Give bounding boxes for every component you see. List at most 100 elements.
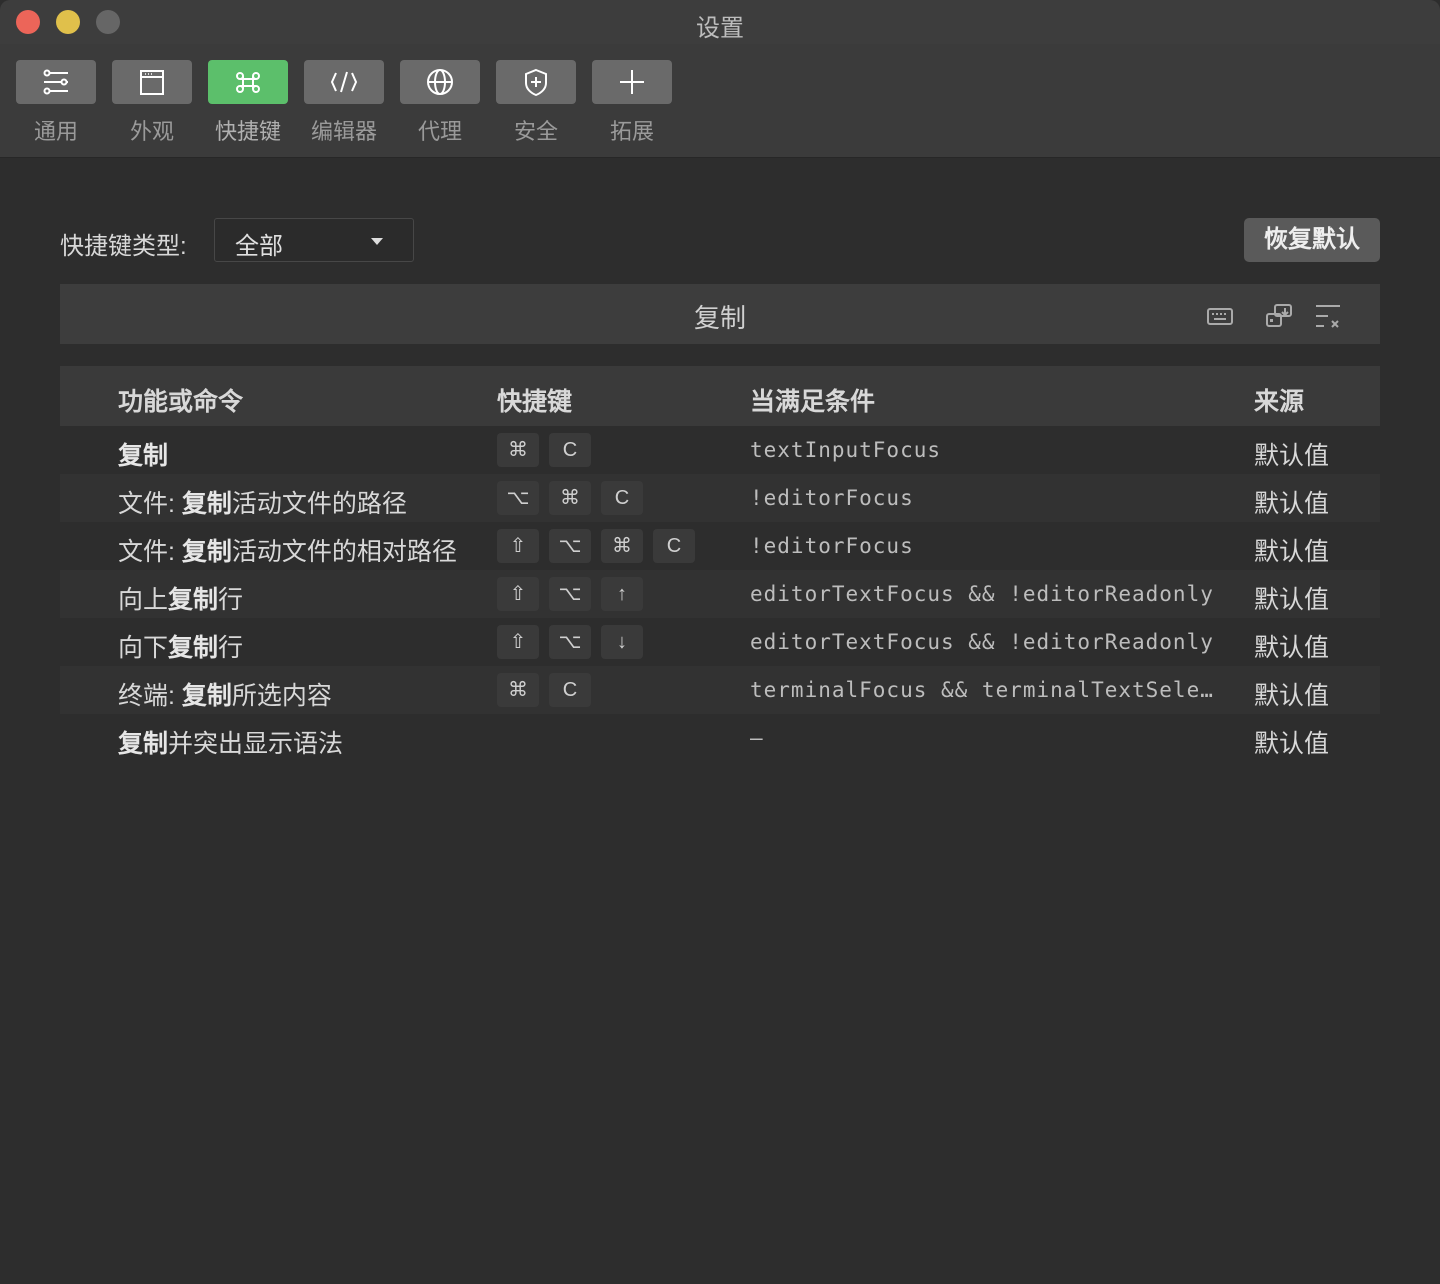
command-icon	[236, 72, 260, 93]
keyboard-icon[interactable]	[1206, 302, 1234, 330]
source: 默认值	[1254, 730, 1330, 758]
keybinding[interactable]: ⌘ C	[497, 433, 591, 467]
toolbar-tab-label: 通用	[33, 119, 78, 144]
keybinding[interactable]: ⌥ ⌘ C	[497, 481, 643, 515]
header-command[interactable]: 功能或命令	[118, 382, 243, 418]
toolbar-tab-label: 代理	[417, 119, 462, 144]
when-condition: —	[750, 726, 764, 750]
toolbar-tab-shield[interactable]: 安全	[496, 60, 576, 146]
source: 默认值	[1254, 682, 1330, 710]
settings-toolbar: 通用 外观 快捷键 编辑器 代理 安全 拓展	[0, 44, 1440, 158]
shortcut-type-value: 全部	[235, 233, 283, 260]
key-cap: ⇧	[497, 625, 539, 659]
when-condition: !editorFocus	[750, 486, 914, 510]
command-match: 复制	[181, 490, 232, 518]
source: 默认值	[1254, 586, 1330, 614]
command-name: 复制	[118, 436, 168, 472]
toolbar-tab-window[interactable]: 外观	[112, 60, 192, 146]
command-suffix: 活动文件的路径	[231, 490, 407, 518]
shortcut-type-select[interactable]: 全部	[214, 218, 414, 262]
when-condition: editorTextFocus && !editorReadonly	[750, 582, 1214, 606]
key-cap: ⌥	[497, 481, 539, 515]
table-row[interactable]: 文件: 复制活动文件的相对路径 ⇧ ⌥ ⌘ C !editorFocus 默认值	[60, 522, 1380, 570]
command-name: 向下复制行	[118, 628, 243, 664]
keybinding[interactable]: ⇧ ⌥ ↓	[497, 625, 643, 659]
key-cap: ↓	[601, 625, 643, 659]
toolbar-button[interactable]	[496, 60, 576, 104]
command-suffix: 活动文件的相对路径	[231, 538, 457, 566]
command-match: 复制	[118, 730, 169, 758]
toolbar-button[interactable]	[592, 60, 672, 104]
command-suffix: 行	[218, 634, 244, 662]
command-name: 文件: 复制活动文件的路径	[118, 484, 407, 520]
search-bar[interactable]: 复制	[60, 284, 1380, 344]
when-condition: textInputFocus	[750, 438, 942, 462]
toolbar-tab-globe[interactable]: 代理	[400, 60, 480, 146]
toolbar-button[interactable]	[400, 60, 480, 104]
command-suffix: 行	[218, 586, 244, 614]
code-icon	[330, 71, 358, 93]
window-title: 设置	[696, 15, 744, 42]
keybinding[interactable]: ⇧ ⌥ ↑	[497, 577, 643, 611]
toolbar-button[interactable]	[304, 60, 384, 104]
keybinding[interactable]: ⇧ ⌥ ⌘ C	[497, 529, 695, 563]
clear-filter-icon[interactable]	[1314, 302, 1342, 330]
toolbar-tab-label: 安全	[513, 119, 558, 144]
toolbar-tab-code[interactable]: 编辑器	[304, 60, 384, 146]
toolbar-tab-sliders[interactable]: 通用	[16, 60, 96, 146]
globe-icon	[427, 69, 453, 95]
command-match: 复制	[181, 538, 232, 566]
command-name: 终端: 复制所选内容	[118, 676, 332, 712]
when-condition: editorTextFocus && !editorReadonly	[750, 630, 1214, 654]
shield-icon	[525, 68, 547, 96]
source: 默认值	[1254, 490, 1330, 518]
key-cap: ↑	[601, 577, 643, 611]
key-cap: ⌥	[549, 625, 591, 659]
plus-icon	[620, 70, 644, 94]
title-bar: 设置	[0, 0, 1440, 44]
command-prefix: 向上	[118, 586, 169, 614]
when-condition: terminalFocus && terminalTextSele…	[750, 678, 1214, 702]
command-prefix: 终端:	[118, 682, 182, 710]
source: 默认值	[1254, 634, 1330, 662]
command-match: 复制	[168, 586, 219, 614]
table-row[interactable]: 文件: 复制活动文件的路径 ⌥ ⌘ C !editorFocus 默认值	[60, 474, 1380, 522]
key-cap: ⌘	[497, 433, 539, 467]
table-row[interactable]: 向上复制行 ⇧ ⌥ ↑ editorTextFocus && !editorRead…	[60, 570, 1380, 618]
toolbar-tab-label: 拓展	[609, 119, 654, 144]
header-when[interactable]: 当满足条件	[750, 382, 875, 418]
table-row[interactable]: 终端: 复制所选内容 ⌘ C terminalFocus && terminalT…	[60, 666, 1380, 714]
key-cap: ⌥	[549, 529, 591, 563]
key-cap: C	[601, 481, 643, 515]
caret-down-icon	[371, 238, 383, 245]
toolbar-tab-label: 外观	[129, 119, 174, 144]
table-row[interactable]: 复制并突出显示语法 — 默认值	[60, 714, 1380, 762]
key-cap: C	[549, 673, 591, 707]
keybinding[interactable]: ⌘ C	[497, 673, 591, 707]
command-match: 复制	[181, 682, 232, 710]
command-suffix: 并突出显示语法	[168, 730, 344, 758]
record-keys-icon[interactable]	[1265, 302, 1293, 330]
command-prefix: 向下	[118, 634, 169, 662]
key-cap: ⇧	[497, 577, 539, 611]
table-row[interactable]: 复制 ⌘ C textInputFocus 默认值	[60, 426, 1380, 474]
key-cap: ⌥	[549, 577, 591, 611]
key-cap: ⌘	[549, 481, 591, 515]
toolbar-tab-plus[interactable]: 拓展	[592, 60, 672, 146]
header-keys[interactable]: 快捷键	[497, 382, 572, 418]
source: 默认值	[1254, 538, 1330, 566]
search-query[interactable]: 复制	[60, 298, 1380, 335]
table-row[interactable]: 向下复制行 ⇧ ⌥ ↓ editorTextFocus && !editorRead…	[60, 618, 1380, 666]
header-source[interactable]: 来源	[1254, 382, 1304, 418]
command-suffix: 所选内容	[231, 682, 332, 710]
toolbar-button[interactable]	[208, 60, 288, 104]
key-cap: ⌘	[601, 529, 643, 563]
command-name: 文件: 复制活动文件的相对路径	[118, 532, 457, 568]
toolbar-tab-label: 快捷键	[214, 119, 281, 144]
command-prefix: 文件:	[118, 490, 182, 518]
key-cap: ⇧	[497, 529, 539, 563]
toolbar-button[interactable]	[112, 60, 192, 104]
toolbar-tab-command[interactable]: 快捷键	[208, 60, 288, 146]
restore-defaults-button[interactable]: 恢复默认	[1244, 218, 1380, 262]
toolbar-button[interactable]	[16, 60, 96, 104]
